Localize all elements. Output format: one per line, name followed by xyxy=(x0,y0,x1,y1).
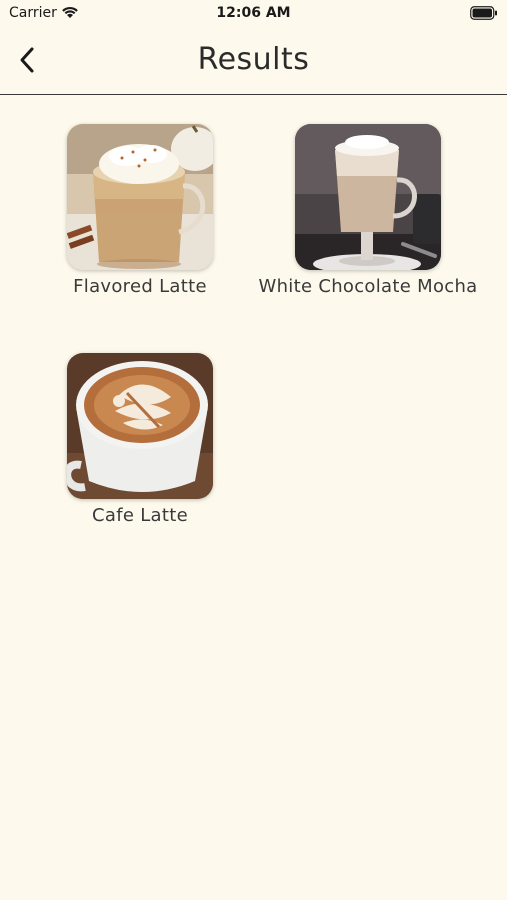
result-label: Flavored Latte xyxy=(73,276,207,297)
status-bar: Carrier 12:06 AM xyxy=(0,0,507,28)
cafe-latte-photo[interactable] xyxy=(67,353,213,499)
result-label: White Chocolate Mocha xyxy=(258,276,478,297)
page-title: Results xyxy=(197,42,310,77)
status-time: 12:06 AM xyxy=(216,5,291,21)
result-label: Cafe Latte xyxy=(92,505,188,526)
flavored-latte-photo[interactable] xyxy=(67,124,213,270)
result-item-cafe-latte[interactable]: Cafe Latte xyxy=(25,353,255,528)
white-chocolate-mocha-photo[interactable] xyxy=(295,124,441,270)
battery-icon xyxy=(470,5,498,24)
result-item-flavored-latte[interactable]: Flavored Latte xyxy=(25,124,255,299)
result-item-white-chocolate-mocha[interactable]: White Chocolate Mocha xyxy=(253,124,483,299)
navigation-bar: Results xyxy=(0,28,507,95)
